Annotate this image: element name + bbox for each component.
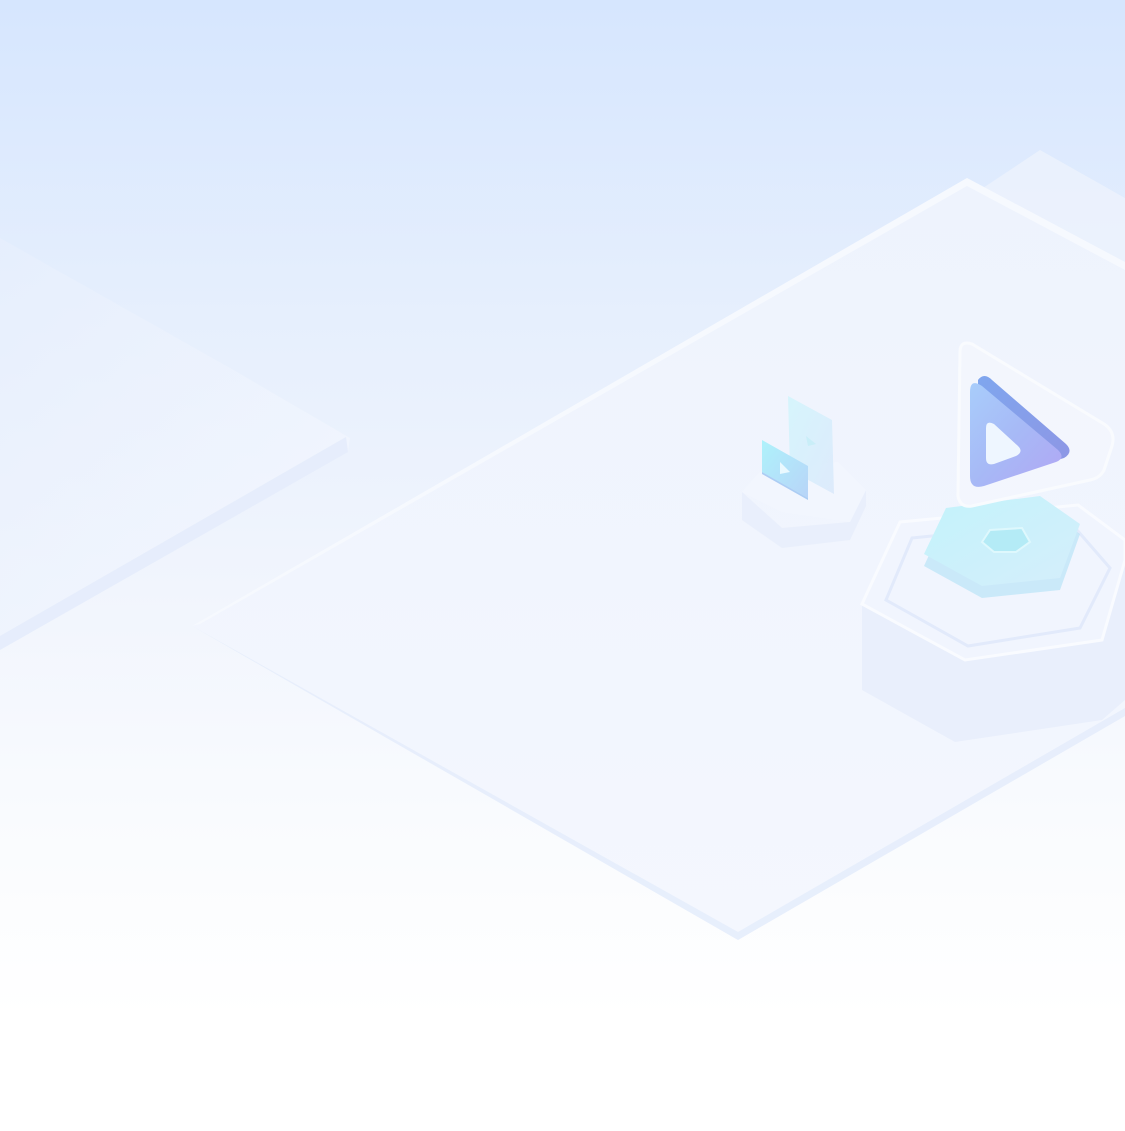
isometric-scene	[0, 150, 1125, 940]
background-illustration	[0, 0, 1125, 1131]
